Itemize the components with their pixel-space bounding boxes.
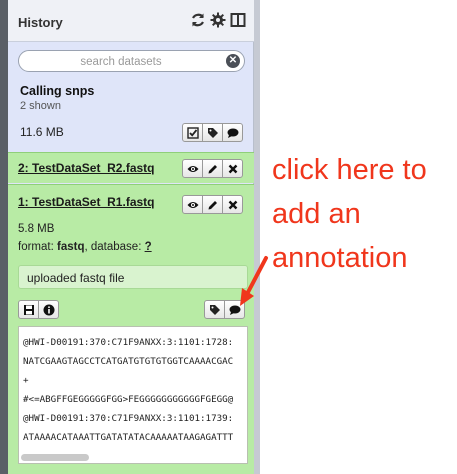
search-box: ✕ — [18, 50, 245, 72]
peek-horizontal-scrollbar[interactable] — [21, 454, 89, 461]
dataset-2-actions — [182, 159, 243, 178]
instruction-line-2: add an — [272, 198, 361, 230]
clear-search-icon[interactable]: ✕ — [226, 54, 240, 68]
columns-icon[interactable] — [230, 12, 246, 28]
history-title: History — [18, 15, 63, 30]
history-tags-button[interactable] — [202, 123, 223, 142]
format-value: fastq — [57, 241, 85, 253]
peek-line: + — [23, 375, 29, 386]
history-header: History — [8, 0, 254, 42]
right-window-edge — [254, 0, 260, 474]
instruction-line-3: annotation — [272, 242, 408, 274]
history-actions — [182, 123, 243, 142]
instruction-line-1: click here to — [272, 154, 427, 186]
dataset-2-edit-button[interactable] — [202, 159, 223, 178]
pencil-icon — [208, 200, 217, 209]
tags-icon — [209, 304, 220, 315]
dataset-1-peek: @HWI-D00191:370:C71F9ANXX:3:1101:1728: N… — [18, 326, 248, 464]
eye-icon — [187, 165, 198, 172]
dataset-1-title[interactable]: 1: TestDataSet_R1.fastq — [18, 195, 155, 209]
database-value-link[interactable]: ? — [145, 241, 152, 253]
dataset-1-info-button[interactable] — [38, 300, 59, 319]
select-datasets-button[interactable] — [182, 123, 203, 142]
peek-line: #<=ABGFFGEGGGGGFGG>FEGGGGGGGGGGGFGEGG@ — [23, 394, 234, 405]
history-shown-count: 2 shown — [20, 100, 61, 112]
dataset-1-meta: format: fastq, database: ? — [18, 241, 152, 253]
dataset-1-view-button[interactable] — [182, 195, 203, 214]
dataset-1-tags-button[interactable] — [204, 300, 225, 319]
pencil-icon — [208, 164, 217, 173]
delete-icon — [228, 164, 237, 173]
eye-icon — [187, 201, 198, 208]
info-icon — [43, 304, 54, 315]
delete-icon — [228, 200, 237, 209]
peek-line: @HWI-D00191:370:C71F9ANXX:3:1101:1739: — [23, 413, 234, 424]
database-label: , database: — [84, 241, 142, 253]
dataset-1-annotation-button[interactable] — [224, 300, 245, 319]
dataset-1-secondary-actions-right — [204, 300, 245, 319]
dataset-1-actions — [182, 195, 243, 214]
history-size: 11.6 MB — [20, 125, 64, 139]
save-icon — [23, 304, 34, 315]
dataset-2-view-button[interactable] — [182, 159, 203, 178]
refresh-icon[interactable] — [190, 12, 206, 28]
dataset-2-delete-button[interactable] — [222, 159, 243, 178]
dataset-1-annotation[interactable]: uploaded fastq file — [18, 265, 248, 289]
checkbox-icon — [186, 126, 199, 139]
gear-icon[interactable] — [210, 12, 226, 28]
tags-icon — [207, 127, 218, 138]
history-panel: History ✕ Calling snps 2 shown 11.6 MB — [8, 0, 254, 474]
history-annotation-button[interactable] — [222, 123, 243, 142]
dataset-2[interactable]: 2: TestDataSet_R2.fastq — [8, 152, 254, 183]
dataset-2-title[interactable]: 2: TestDataSet_R2.fastq — [18, 161, 155, 175]
left-window-edge — [0, 0, 8, 474]
dataset-1-secondary-actions-left — [18, 300, 59, 319]
dataset-1-download-button[interactable] — [18, 300, 39, 319]
dataset-1-size: 5.8 MB — [18, 223, 55, 235]
dataset-1-edit-button[interactable] — [202, 195, 223, 214]
search-input[interactable] — [31, 54, 211, 69]
comment-icon — [227, 128, 238, 138]
dataset-1-delete-button[interactable] — [222, 195, 243, 214]
peek-line: @HWI-D00191:370:C71F9ANXX:3:1101:1728: — [23, 337, 234, 348]
history-header-icons — [190, 12, 246, 28]
peek-line: NATCGAAGTAGCCTCATGATGTGTGTGGTCAAAACGAC — [23, 356, 234, 367]
instruction-callout: click here to add an annotation — [272, 148, 452, 280]
comment-icon — [229, 305, 240, 315]
format-label: format: — [18, 241, 54, 253]
peek-line: ATAAAACATAAATTGATATATACAAAAATAAGAGATTT — [23, 432, 234, 443]
history-name[interactable]: Calling snps — [20, 84, 94, 98]
